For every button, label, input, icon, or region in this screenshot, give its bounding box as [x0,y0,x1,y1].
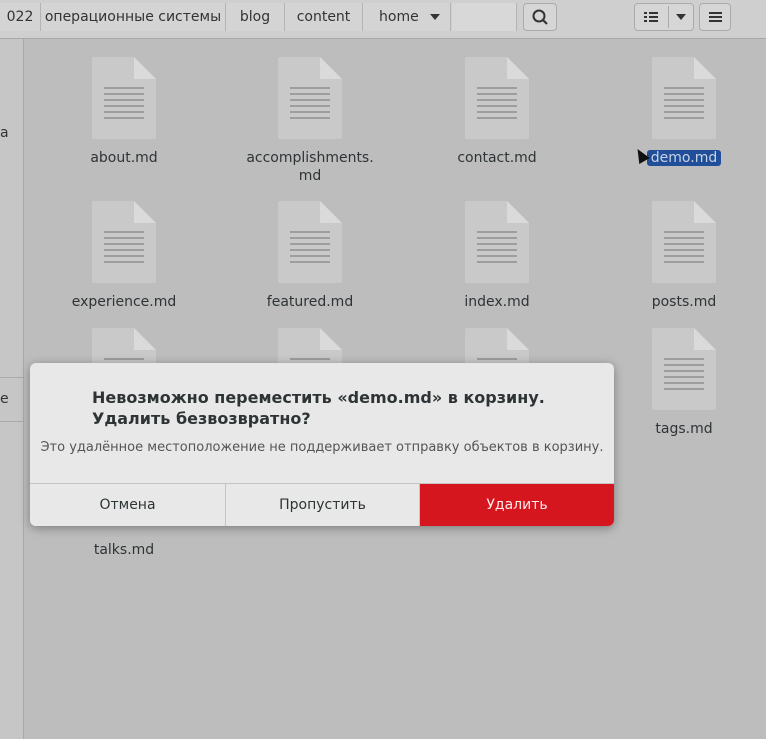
file-name: posts.md [651,294,717,310]
menu-button[interactable] [699,3,731,31]
delete-confirmation-dialog: Невозможно переместить «demo.md» в корзи… [30,363,614,526]
sidebar: a e [0,39,24,739]
file-item[interactable]: index.md [422,201,572,311]
file-item[interactable]: about.md [49,57,199,167]
document-icon [652,328,716,410]
dialog-message: Это удалённое местоположение не поддержи… [40,440,604,455]
file-item[interactable]: contact.md [422,57,572,167]
file-item[interactable]: experience.md [49,201,199,311]
selected-file-name: demo.md [646,150,722,166]
document-icon [465,201,529,283]
sidebar-item-partial-a[interactable]: a [0,125,9,141]
file-name: index.md [464,294,530,310]
breadcrumb-content[interactable]: content [285,3,363,31]
file-name: accomplishments. md [246,150,374,184]
breadcrumb-empty [452,3,517,31]
file-item[interactable]: posts.md [609,201,759,311]
document-icon [465,57,529,139]
chevron-down-icon[interactable] [430,14,440,20]
search-icon [532,9,548,25]
file-name: about.md [90,150,158,166]
breadcrumb-022[interactable]: 022 [0,3,41,31]
dialog-title: Невозможно переместить «demo.md» в корзи… [92,388,545,428]
skip-button[interactable]: Пропустить [226,484,420,526]
document-icon [278,201,342,283]
file-item[interactable]: tags.md [609,328,759,438]
document-icon [652,57,716,139]
file-name: talks.md [93,542,155,558]
file-name: featured.md [266,294,354,310]
document-icon [92,201,156,283]
breadcrumb-home-label: home [379,9,419,25]
file-item[interactable]: talks.md [49,541,199,559]
list-view-icon [644,12,658,22]
file-item-selected[interactable]: demo.md [609,57,759,167]
view-options-chevron-icon[interactable] [676,14,686,20]
sidebar-item-partial-e[interactable]: e [0,391,9,407]
file-name: tags.md [655,421,713,437]
file-item[interactable]: accomplishments. md [235,57,385,185]
cancel-button[interactable]: Отмена [30,484,226,526]
view-toggle-button[interactable] [634,3,694,31]
dialog-button-row: Отмена Пропустить Удалить [30,483,614,526]
document-icon [278,57,342,139]
breadcrumb-blog[interactable]: blog [226,3,285,31]
delete-button[interactable]: Удалить [420,484,614,526]
search-button[interactable] [523,3,557,31]
sidebar-divider [0,421,23,422]
file-name: experience.md [71,294,177,310]
document-icon [92,57,156,139]
breadcrumb-os[interactable]: операционные системы [41,3,226,31]
document-icon [652,201,716,283]
file-name: contact.md [457,150,537,166]
sidebar-divider [0,377,23,378]
hamburger-menu-icon [709,12,722,22]
file-item[interactable]: featured.md [235,201,385,311]
header-bar: 022 операционные системы blog content ho… [0,0,766,39]
